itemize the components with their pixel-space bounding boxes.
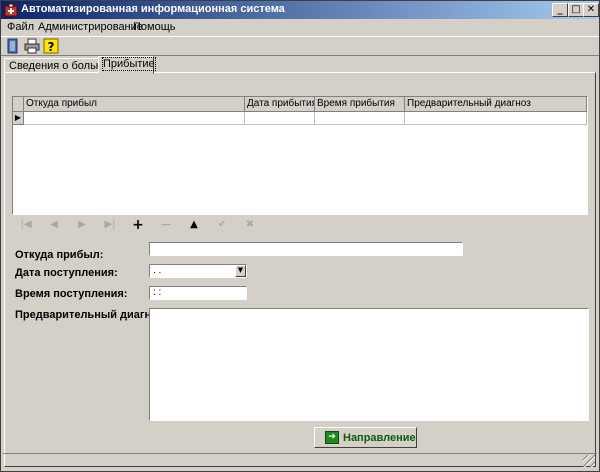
svg-text:?: ? [48, 40, 55, 54]
col-header-time[interactable]: Время прибытия [315, 97, 405, 112]
nav-next-button[interactable]: ▶ [71, 217, 93, 233]
minimize-button[interactable]: _ [552, 3, 568, 17]
cell-diagnosis[interactable] [405, 112, 587, 125]
cell-date[interactable] [245, 112, 315, 125]
row-indicator: ▶ [13, 112, 24, 125]
tab-patients[interactable]: Сведения о больных [4, 58, 115, 73]
time-label: Время поступления: [15, 288, 128, 300]
date-picker[interactable]: . . ▼ [149, 264, 247, 278]
arrival-grid[interactable]: Откуда прибыл Дата прибытия Время прибыт… [12, 96, 588, 215]
app-icon [4, 3, 18, 17]
col-header-date[interactable]: Дата прибытия [245, 97, 315, 112]
door-exit-icon[interactable] [5, 38, 21, 54]
grid-header: Откуда прибыл Дата прибытия Время прибыт… [13, 97, 587, 112]
direction-button[interactable]: ➔ Направление [314, 427, 417, 448]
diagnosis-memo[interactable] [149, 308, 589, 421]
nav-insert-button[interactable]: + [127, 217, 149, 233]
nav-prior-button[interactable]: ◀ [43, 217, 65, 233]
col-header-from[interactable]: Откуда прибыл [24, 97, 245, 112]
direction-button-label: Направление [343, 432, 416, 444]
nav-delete-button[interactable]: − [155, 217, 177, 233]
diagnosis-label: Предварительный диагноз: [15, 309, 167, 321]
main-window: Автоматизированная информационная систем… [0, 0, 600, 472]
tab-arrival[interactable]: Прибытие [98, 56, 156, 74]
cell-from[interactable] [24, 112, 245, 125]
nav-first-button[interactable]: |◀ [15, 217, 37, 233]
nav-cancel-button[interactable]: ✖ [239, 217, 261, 233]
nav-last-button[interactable]: ▶| [99, 217, 121, 233]
time-input[interactable]: : : [149, 286, 247, 300]
help-icon[interactable]: ? [43, 38, 59, 54]
window-title: Автоматизированная информационная систем… [21, 3, 285, 15]
status-bar [3, 453, 597, 469]
db-navigator: |◀ ◀ ▶ ▶| + − ▲ ✔ ✖ [15, 217, 275, 233]
grid-indicator-header [13, 97, 24, 112]
nav-post-button[interactable]: ✔ [211, 217, 233, 233]
menu-admin[interactable]: Администрирование [38, 21, 143, 33]
printer-icon[interactable] [24, 38, 40, 54]
cell-time[interactable] [315, 112, 405, 125]
table-row[interactable]: ▶ [13, 112, 587, 125]
tab-arrival-label: Прибытие [102, 57, 156, 71]
nav-edit-button[interactable]: ▲ [183, 217, 205, 233]
maximize-button[interactable]: □ [568, 3, 584, 17]
arrow-right-icon: ➔ [325, 431, 339, 444]
col-header-diagnosis[interactable]: Предварительный диагноз [405, 97, 587, 112]
from-label: Откуда прибыл: [15, 249, 104, 261]
date-value: . . [153, 265, 162, 276]
menu-bar: Файл Администрирование Помощь [1, 19, 599, 36]
toolbar: ? [1, 36, 599, 56]
date-label: Дата поступления: [15, 267, 118, 279]
resize-grip[interactable] [583, 455, 595, 467]
chevron-down-icon[interactable]: ▼ [235, 265, 246, 277]
close-button[interactable]: ✕ [583, 3, 599, 17]
from-input[interactable] [149, 242, 463, 256]
menu-file[interactable]: Файл [7, 21, 34, 33]
title-bar[interactable]: Автоматизированная информационная систем… [1, 1, 599, 19]
menu-help[interactable]: Помощь [133, 21, 176, 33]
